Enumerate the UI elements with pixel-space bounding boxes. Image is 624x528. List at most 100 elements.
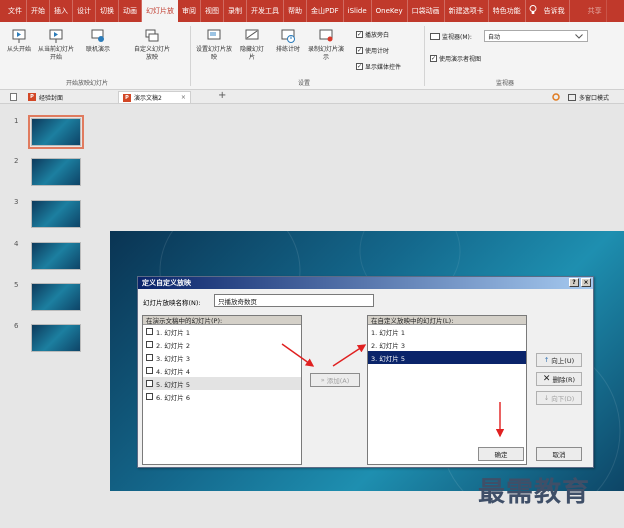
menu-islide[interactable]: iSlide xyxy=(344,0,372,22)
close-button[interactable]: × xyxy=(581,278,591,287)
menu-home[interactable]: 开始 xyxy=(27,0,50,22)
presenter-view-check[interactable]: ✓ 使用演示者视图 xyxy=(430,54,481,63)
list-item[interactable]: 2. 幻灯片 3 xyxy=(368,338,526,351)
monitor-label: 监视器(M): xyxy=(442,34,472,41)
media-controls-check[interactable]: ✓ 显示媒体控件 xyxy=(356,62,401,71)
slide-number: 4 xyxy=(14,240,19,248)
list-item[interactable]: 4. 幻灯片 4 xyxy=(143,364,301,377)
online-present-label: 联机演示 xyxy=(85,46,110,53)
group-label-start: 开始放映幻灯片 xyxy=(66,80,109,87)
menu-developer[interactable]: 开发工具 xyxy=(247,0,284,22)
narration-check[interactable]: ✓ 播放旁白 xyxy=(356,30,389,39)
menu-kingsoft-pdf[interactable]: 金山PDF xyxy=(307,0,344,22)
menu-transitions[interactable]: 切换 xyxy=(96,0,119,22)
doc-tab-cover[interactable]: P 经验封面 xyxy=(24,91,67,103)
hide-slide-label: 隐藏幻灯片 xyxy=(239,46,264,61)
move-down-button[interactable]: ↓ 向下(D) xyxy=(536,391,582,405)
menu-view[interactable]: 视图 xyxy=(201,0,224,22)
list-item-highlighted[interactable]: 5. 幻灯片 5 xyxy=(143,377,301,390)
list-item-selected[interactable]: 3. 幻灯片 5 xyxy=(368,351,526,364)
presentation-slides-header: 在演示文稿中的幻灯片(P): xyxy=(143,316,301,325)
arrow-up-icon: ↑ xyxy=(543,356,550,364)
record-show-button[interactable]: 录制幻灯片演示 xyxy=(306,28,346,62)
move-up-button[interactable]: ↑ 向上(U) xyxy=(536,353,582,367)
ribbon: 从头开始 从当前幻灯片开始 联机演示 自定义幻灯片放映 开始放映幻灯片 设置幻灯… xyxy=(0,22,624,90)
list-item[interactable]: 2. 幻灯片 2 xyxy=(143,338,301,351)
custom-show-button[interactable]: 自定义幻灯片放映 xyxy=(134,28,170,62)
show-name-input[interactable]: 只播放奇数页 xyxy=(214,294,374,307)
list-item-label: 2. 幻灯片 2 xyxy=(156,341,190,350)
hide-slide-button[interactable]: 隐藏幻灯片 xyxy=(238,28,266,62)
list-item-label: 5. 幻灯片 5 xyxy=(156,380,190,389)
menu-help[interactable]: 帮助 xyxy=(284,0,307,22)
timing-check[interactable]: ✓ 使用计时 xyxy=(356,46,389,55)
add-button[interactable]: » 添加(A) xyxy=(310,373,360,387)
from-start-button[interactable]: 从头开始 xyxy=(4,28,34,54)
menu-design[interactable]: 设计 xyxy=(73,0,96,22)
slide-number: 2 xyxy=(14,157,19,165)
menu-review[interactable]: 审阅 xyxy=(178,0,201,22)
timing-label: 使用计时 xyxy=(365,48,390,55)
close-tab-icon[interactable]: × xyxy=(181,94,186,101)
list-item-label: 1. 幻灯片 1 xyxy=(156,328,190,337)
checkbox-icon[interactable] xyxy=(146,328,153,335)
slide-number: 1 xyxy=(14,117,19,125)
timer-icon xyxy=(281,29,295,43)
slide-thumbnail[interactable] xyxy=(31,242,81,270)
list-item[interactable]: 6. 幻灯片 6 xyxy=(143,390,301,403)
list-item[interactable]: 1. 幻灯片 1 xyxy=(368,325,526,338)
slide-thumbnail[interactable] xyxy=(31,200,81,228)
group-label-setup: 设置 xyxy=(298,80,311,87)
presentation-slides-list[interactable]: 在演示文稿中的幻灯片(P): 1. 幻灯片 1 2. 幻灯片 2 3. 幻灯片 … xyxy=(142,315,302,465)
doc-tab-presentation2[interactable]: P 演示文稿2 × xyxy=(118,91,191,103)
define-custom-show-dialog: 定义自定义放映 ? × 幻灯片放映名称(N): 只播放奇数页 在演示文稿中的幻灯… xyxy=(137,276,594,468)
rehearse-timing-button[interactable]: 排练计时 xyxy=(272,28,304,54)
lightbulb-icon xyxy=(526,4,540,18)
slide-thumbnail[interactable] xyxy=(31,324,81,352)
menu-insert[interactable]: 插入 xyxy=(50,0,73,22)
multi-window-mode[interactable]: 多窗口模式 xyxy=(564,91,613,103)
tell-me-search[interactable]: 告诉我 xyxy=(540,0,570,22)
add-tab-icon[interactable]: + xyxy=(218,90,226,101)
list-item[interactable]: 1. 幻灯片 1 xyxy=(143,325,301,338)
help-button[interactable]: ? xyxy=(569,278,579,287)
cancel-button[interactable]: 取消 xyxy=(536,447,582,461)
checkbox-icon[interactable] xyxy=(146,367,153,374)
menu-onekey[interactable]: OneKey xyxy=(372,0,408,22)
rehearse-timing-label: 排练计时 xyxy=(275,46,300,53)
checkbox-icon[interactable] xyxy=(146,380,153,387)
powerpoint-icon: P xyxy=(123,93,131,102)
menu-new-tab[interactable]: 新建选项卡 xyxy=(445,0,489,22)
from-current-button[interactable]: 从当前幻灯片开始 xyxy=(36,28,76,62)
slide-thumbnail[interactable] xyxy=(31,283,81,311)
menu-features[interactable]: 特色功能 xyxy=(489,0,526,22)
chevron-down-icon xyxy=(575,34,583,39)
menu-record[interactable]: 录制 xyxy=(224,0,247,22)
menu-slideshow[interactable]: 幻灯片放 xyxy=(142,0,178,22)
presentation-start-icon xyxy=(12,29,26,43)
move-up-label: 向上(U) xyxy=(551,357,575,365)
menu-bar: 文件 开始 插入 设计 切换 动画 幻灯片放 审阅 视图 录制 开发工具 帮助 … xyxy=(0,0,624,22)
online-present-button[interactable]: 联机演示 xyxy=(84,28,112,54)
ok-button[interactable]: 确定 xyxy=(478,447,524,461)
slide-thumbnail[interactable] xyxy=(28,115,84,149)
group-label-monitor: 监视器 xyxy=(496,80,515,87)
monitor-select[interactable]: 自动 xyxy=(484,30,588,42)
setup-show-button[interactable]: 设置幻灯片放映 xyxy=(196,28,232,62)
delete-button[interactable]: ✕ 删除(R) xyxy=(536,372,582,386)
settings-icon[interactable] xyxy=(552,93,560,101)
menu-file[interactable]: 文件 xyxy=(4,0,27,22)
record-show-label: 录制幻灯片演示 xyxy=(307,46,344,61)
checkbox-icon[interactable] xyxy=(146,341,153,348)
custom-show-slides-list[interactable]: 在自定义放映中的幻灯片(L): 1. 幻灯片 1 2. 幻灯片 3 3. 幻灯片… xyxy=(367,315,527,465)
menu-pocket-animation[interactable]: 口袋动画 xyxy=(408,0,445,22)
slide-thumbnail[interactable] xyxy=(31,158,81,186)
show-name-value: 只播放奇数页 xyxy=(218,297,257,306)
checkbox-icon[interactable] xyxy=(146,354,153,361)
menu-animations[interactable]: 动画 xyxy=(119,0,142,22)
checkbox-icon[interactable] xyxy=(146,393,153,400)
share-button[interactable]: 共享 xyxy=(584,0,607,22)
list-item[interactable]: 3. 幻灯片 3 xyxy=(143,351,301,364)
checkbox-checked-icon: ✓ xyxy=(356,46,363,54)
from-start-label: 从头开始 xyxy=(6,46,31,53)
